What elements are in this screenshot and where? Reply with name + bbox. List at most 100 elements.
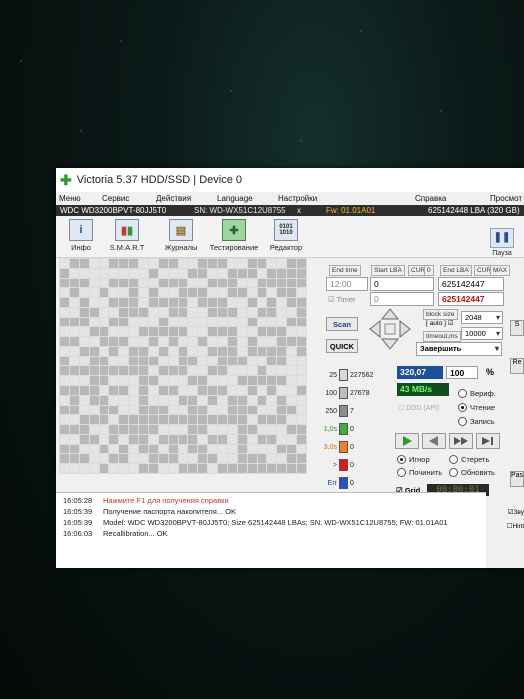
scan-block [158,376,168,386]
verify-radio[interactable]: Вериф. [458,389,496,398]
scan-block [218,425,227,434]
end-time-field[interactable]: 12:00 [326,277,368,291]
menu-item-actions[interactable]: Действия [156,194,191,203]
scan-block [267,464,277,473]
journals-button[interactable]: ▤ Журналы [159,219,203,255]
editor-button[interactable]: 0101 1010 Редактор [264,219,308,255]
scan-block [79,425,89,434]
log-message: Model: WDC WD3200BPVT-80JJ5T0; Size 6251… [103,518,448,527]
scan-block [218,337,227,346]
scan-block [99,425,109,434]
menu-item-menu[interactable]: Меню [59,194,81,203]
info-button[interactable]: i Инфо [59,219,103,255]
end-lba-field[interactable]: 625142447 [438,277,504,291]
scan-block [237,317,247,327]
start-zero-label[interactable]: 0 [424,265,434,276]
direction-pad[interactable] [368,307,412,351]
auto-checkbox[interactable]: [ auto ] ☑ [426,319,454,327]
side-button-re[interactable]: Re [510,358,524,374]
refresh-radio[interactable]: Обновить [449,468,495,477]
end-button[interactable] [476,433,500,449]
scan-block [178,415,188,425]
block-size-select[interactable]: 2048 [461,311,503,324]
timeout-select[interactable]: 10000 [461,327,503,340]
scan-block [188,405,198,415]
erase-radio[interactable]: Стереть [449,455,489,464]
log-message: Нажмите F1 для получения справки [103,496,229,505]
menu-item-help[interactable]: Справка [415,194,446,203]
menu-item-service[interactable]: Сервис [102,194,129,203]
scan-button[interactable]: Scan [326,317,358,331]
start-lba-field[interactable]: 0 [370,277,434,291]
scan-block [208,405,218,415]
side-button-s[interactable]: S [510,320,524,336]
scan-block [267,366,277,376]
scan-block [89,454,99,464]
side-button-pass[interactable]: Pas [510,471,524,487]
skip-button[interactable] [449,433,473,449]
scan-block [129,298,139,307]
scan-block [198,327,208,337]
legend-row: 25 227562 [319,369,373,381]
scan-block [287,405,297,415]
scan-block [109,415,119,425]
scan-block [257,425,267,434]
menu-item-view[interactable]: Просмот [490,194,522,203]
scan-block [119,307,129,317]
scan-block [247,356,257,366]
start-lba-field-2[interactable]: 0 [370,292,434,306]
repair-radio[interactable]: Починить [397,468,442,477]
scan-block [297,454,306,464]
scan-block [139,278,148,288]
pause-button[interactable]: ❚❚ Пауза [488,228,516,260]
background-speck [20,60,22,62]
scan-block [237,288,247,298]
journals-button-label: Журналы [164,243,198,252]
scan-block [237,434,247,444]
device-close[interactable]: x [297,206,301,215]
legend-row: 100 27678 [319,387,369,399]
rewind-button[interactable] [422,433,446,449]
scan-block [79,415,89,425]
write-radio[interactable]: Запись [458,417,495,426]
end-lba-current-field[interactable]: 625142447 [438,292,504,306]
scan-block [297,356,306,366]
device-firmware: Fw: 01.01A01 [326,206,376,215]
scan-block [218,464,227,473]
scan-block [129,356,139,366]
end-max-label[interactable]: MAX [490,265,511,276]
hint-checkbox[interactable]: ☐Hint [507,522,524,530]
scan-block [237,346,247,356]
scan-block [168,288,178,298]
scan-block [109,425,119,434]
finish-action-select[interactable]: Завершить [416,342,502,356]
ddd-api-checkbox[interactable]: ☐ DDD (API) [398,404,439,412]
scan-block [247,454,257,464]
timer-checkbox[interactable]: ☑ Timer [328,295,356,304]
smart-button[interactable]: ▮ ▮ S.M.A.R.T [105,219,149,255]
play-button[interactable] [395,433,419,449]
ignore-radio[interactable]: Игнор [397,455,430,464]
scan-block [99,317,109,327]
scan-block [158,434,168,444]
scan-block [287,346,297,356]
scan-block [267,356,277,366]
scan-block [158,259,168,268]
percent-unit: % [486,367,495,377]
quick-button[interactable]: QUICK [326,339,358,353]
testing-button[interactable]: ✚ Тестирование [208,219,260,255]
scan-block [188,327,198,337]
sound-checkbox[interactable]: ☑Зву [508,508,524,516]
read-radio[interactable]: Чтение [458,403,495,412]
scan-block [60,415,69,425]
menu-item-settings[interactable]: Настройки [278,194,317,203]
scan-block [148,337,158,346]
scan-block [139,356,148,366]
log-message: Recallibration... OK [103,529,168,538]
scan-block [208,464,218,473]
scan-block [237,454,247,464]
scan-block [277,366,287,376]
menu-item-language[interactable]: Language [217,194,253,203]
log-message: Получение паспорта накопителя... OK [103,507,236,516]
scan-block [168,376,178,386]
